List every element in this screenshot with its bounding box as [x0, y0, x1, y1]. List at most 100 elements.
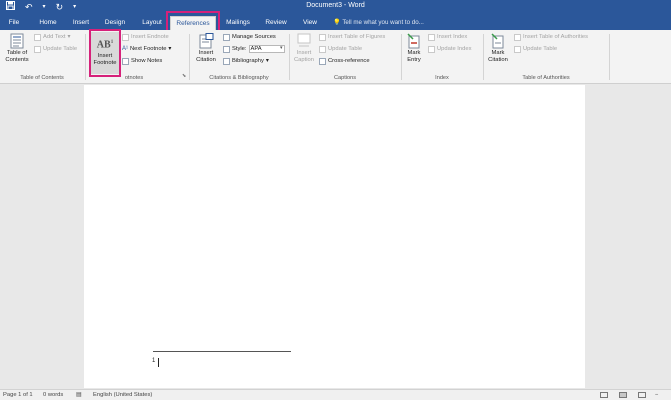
- update-index-button[interactable]: Update Index: [428, 45, 471, 53]
- tab-view[interactable]: View: [299, 16, 321, 30]
- mark-entry-button[interactable]: Mark Entry: [402, 33, 426, 64]
- page-count[interactable]: Page 1 of 1: [3, 391, 33, 400]
- tell-me-text: Tell me what you want to do...: [342, 19, 424, 26]
- update-table-authorities-label: Update Table: [523, 46, 558, 52]
- insert-table-of-figures-button[interactable]: Insert Table of Figures: [319, 33, 385, 41]
- mark-entry-label-1: Mark: [407, 50, 421, 56]
- update-table-toc-label: Update Table: [43, 46, 78, 52]
- group-divider: [609, 34, 610, 80]
- mark-citation-icon: [491, 33, 504, 49]
- tell-me-box[interactable]: 💡 Tell me what you want to do...: [333, 16, 424, 29]
- update-index-label: Update Index: [437, 46, 472, 52]
- group-label-toc: Table of Contents: [20, 75, 64, 81]
- tab-review[interactable]: Review: [262, 16, 290, 30]
- read-mode-icon[interactable]: [600, 392, 608, 398]
- insert-index-button[interactable]: Insert Index: [428, 33, 467, 41]
- group-divider: [189, 34, 190, 80]
- table-of-contents-icon: [10, 33, 24, 49]
- chevron-down-icon: ▾: [168, 46, 172, 52]
- insert-citation-button[interactable]: Insert Citation: [191, 33, 221, 64]
- group-label-captions: Captions: [333, 75, 357, 81]
- print-layout-icon[interactable]: [619, 392, 627, 398]
- show-notes-button[interactable]: Show Notes: [122, 57, 162, 65]
- insert-caption-button[interactable]: Insert Caption: [291, 33, 317, 64]
- table-of-contents-label-2: Contents: [5, 57, 29, 63]
- insert-footnote-icon: AB1: [96, 39, 114, 51]
- update-table-icon: [34, 45, 41, 53]
- update-table-figures-label: Update Table: [328, 46, 363, 52]
- insert-citation-label-2: Citation: [196, 57, 216, 63]
- insert-caption-icon: [297, 33, 311, 47]
- update-index-icon: [428, 45, 435, 53]
- style-control: Style: APA: [223, 45, 285, 53]
- insert-footnote-label-1: Insert: [97, 53, 113, 59]
- group-divider: [289, 34, 290, 80]
- insert-table-of-authorities-label: Insert Table of Authorities: [523, 34, 588, 40]
- mark-citation-label-2: Citation: [488, 57, 508, 63]
- web-layout-icon[interactable]: [638, 392, 646, 398]
- update-table-toc-button[interactable]: Update Table: [34, 45, 77, 53]
- footnote-separator: [153, 351, 291, 352]
- mark-entry-icon: [407, 33, 420, 49]
- next-footnote-icon: A¹: [122, 46, 128, 52]
- style-dropdown[interactable]: APA: [248, 45, 285, 53]
- manage-sources-icon: [223, 33, 230, 41]
- insert-caption-label-1: Insert: [296, 50, 312, 56]
- table-of-figures-icon: [319, 33, 326, 41]
- proofing-icon[interactable]: ▤: [76, 391, 81, 400]
- tab-insert[interactable]: Insert: [69, 16, 93, 30]
- chevron-down-icon: ▾: [67, 34, 71, 40]
- table-of-contents-button[interactable]: Table of Contents: [2, 33, 32, 64]
- insert-citation-icon: [199, 33, 214, 49]
- ribbon-tabs: File Home Insert Design Layout Reference…: [0, 13, 671, 30]
- manage-sources-button[interactable]: Manage Sources: [223, 33, 276, 41]
- title-bar: ↶ ▾ ↻ ▾ Document3 - Word: [0, 0, 671, 13]
- group-label-authorities: Table of Authorities: [522, 75, 570, 81]
- document-page[interactable]: 1: [84, 85, 585, 388]
- insert-index-label: Insert Index: [437, 34, 468, 40]
- insert-footnote-button[interactable]: AB1 Insert Footnote: [90, 32, 120, 74]
- insert-endnote-button[interactable]: Insert Endnote: [122, 33, 169, 41]
- add-text-label: Add Text: [43, 34, 66, 40]
- dialog-launcher-icon[interactable]: ⬊: [182, 73, 186, 79]
- zoom-out-icon[interactable]: −: [655, 391, 658, 400]
- document-canvas: 1: [0, 85, 671, 388]
- cross-reference-button[interactable]: Cross-reference: [319, 57, 370, 65]
- group-label-citations: Citations & Bibliography: [209, 75, 269, 81]
- tab-mailings[interactable]: Mailings: [222, 16, 254, 30]
- tab-layout[interactable]: Layout: [138, 16, 166, 30]
- lightbulb-icon: 💡: [333, 19, 341, 26]
- bibliography-button[interactable]: Bibliography ▾: [223, 57, 269, 65]
- add-text-icon: [34, 33, 41, 41]
- language-status[interactable]: English (United States): [93, 391, 152, 400]
- next-footnote-label: Next Footnote: [130, 46, 167, 52]
- mark-citation-label-1: Mark: [491, 50, 505, 56]
- tab-design[interactable]: Design: [101, 16, 129, 30]
- tab-file[interactable]: File: [3, 16, 25, 30]
- manage-sources-label: Manage Sources: [232, 34, 276, 40]
- mark-citation-button[interactable]: Mark Citation: [484, 33, 512, 64]
- text-cursor: [158, 358, 159, 367]
- update-table-authorities-button[interactable]: Update Table: [514, 45, 557, 53]
- insert-table-of-authorities-button[interactable]: Insert Table of Authorities: [514, 33, 588, 41]
- window-title: Document3 - Word: [306, 2, 365, 9]
- add-text-button[interactable]: Add Text ▾: [34, 33, 70, 41]
- insert-endnote-icon: [122, 33, 129, 41]
- show-notes-label: Show Notes: [131, 58, 163, 64]
- update-table-icon: [319, 45, 326, 53]
- style-icon: [223, 45, 230, 53]
- update-table-figures-button[interactable]: Update Table: [319, 45, 362, 53]
- tab-home[interactable]: Home: [35, 16, 61, 30]
- status-bar: Page 1 of 1 0 words ▤ English (United St…: [0, 389, 671, 400]
- tab-references[interactable]: References: [170, 16, 216, 30]
- insert-citation-label-1: Insert: [198, 50, 214, 56]
- bibliography-label: Bibliography: [232, 58, 264, 64]
- group-label-footnotes: otnotes: [124, 75, 144, 81]
- table-of-contents-label-1: Table of: [6, 50, 28, 56]
- next-footnote-button[interactable]: A¹ Next Footnote ▾: [122, 45, 171, 53]
- style-label: Style:: [232, 46, 247, 52]
- footnote-number: 1: [152, 358, 156, 364]
- word-count[interactable]: 0 words: [43, 391, 63, 400]
- insert-index-icon: [428, 33, 435, 41]
- cross-reference-icon: [319, 57, 326, 65]
